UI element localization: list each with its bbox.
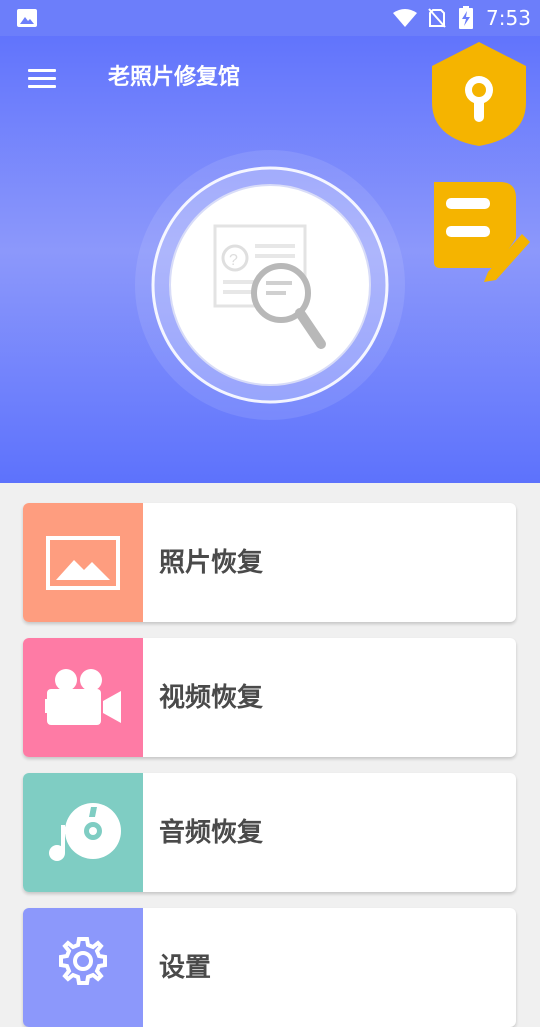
clock: 7:53 (486, 6, 531, 30)
svg-text:?: ? (229, 252, 238, 269)
settings-icon-box (23, 908, 143, 1027)
settings-card[interactable]: 设置 (23, 908, 516, 1027)
gallery-notification-icon (17, 9, 37, 27)
settings-label: 设置 (159, 953, 212, 983)
hamburger-menu-button[interactable] (26, 66, 58, 92)
video-recovery-label: 视频恢复 (159, 683, 264, 713)
photo-icon-box (23, 503, 143, 622)
music-disc-icon (49, 803, 121, 861)
audio-icon-box (23, 773, 143, 892)
page-title: 老照片修复馆 (108, 65, 241, 90)
video-recovery-card[interactable]: 视频恢复 (23, 638, 516, 757)
audio-recovery-card[interactable]: 音频恢复 (23, 773, 516, 892)
image-icon (46, 536, 120, 590)
video-camera-icon (45, 669, 121, 725)
photo-recovery-card[interactable]: 照片恢复 (23, 503, 516, 622)
menu-line-icon (28, 77, 56, 80)
scan-button[interactable]: ? (135, 150, 405, 420)
photo-recovery-label: 照片恢复 (159, 548, 264, 578)
shield-keyhole-icon[interactable] (430, 40, 528, 148)
gear-icon (59, 937, 107, 985)
no-sim-icon (428, 8, 446, 28)
audio-recovery-label: 音频恢复 (159, 818, 264, 848)
video-icon-box (23, 638, 143, 757)
status-bar: 7:53 (0, 0, 540, 36)
battery-charging-icon (459, 6, 473, 29)
menu-line-icon (28, 69, 56, 72)
wifi-icon (393, 9, 417, 27)
menu-line-icon (28, 85, 56, 88)
note-edit-icon[interactable] (430, 178, 530, 284)
